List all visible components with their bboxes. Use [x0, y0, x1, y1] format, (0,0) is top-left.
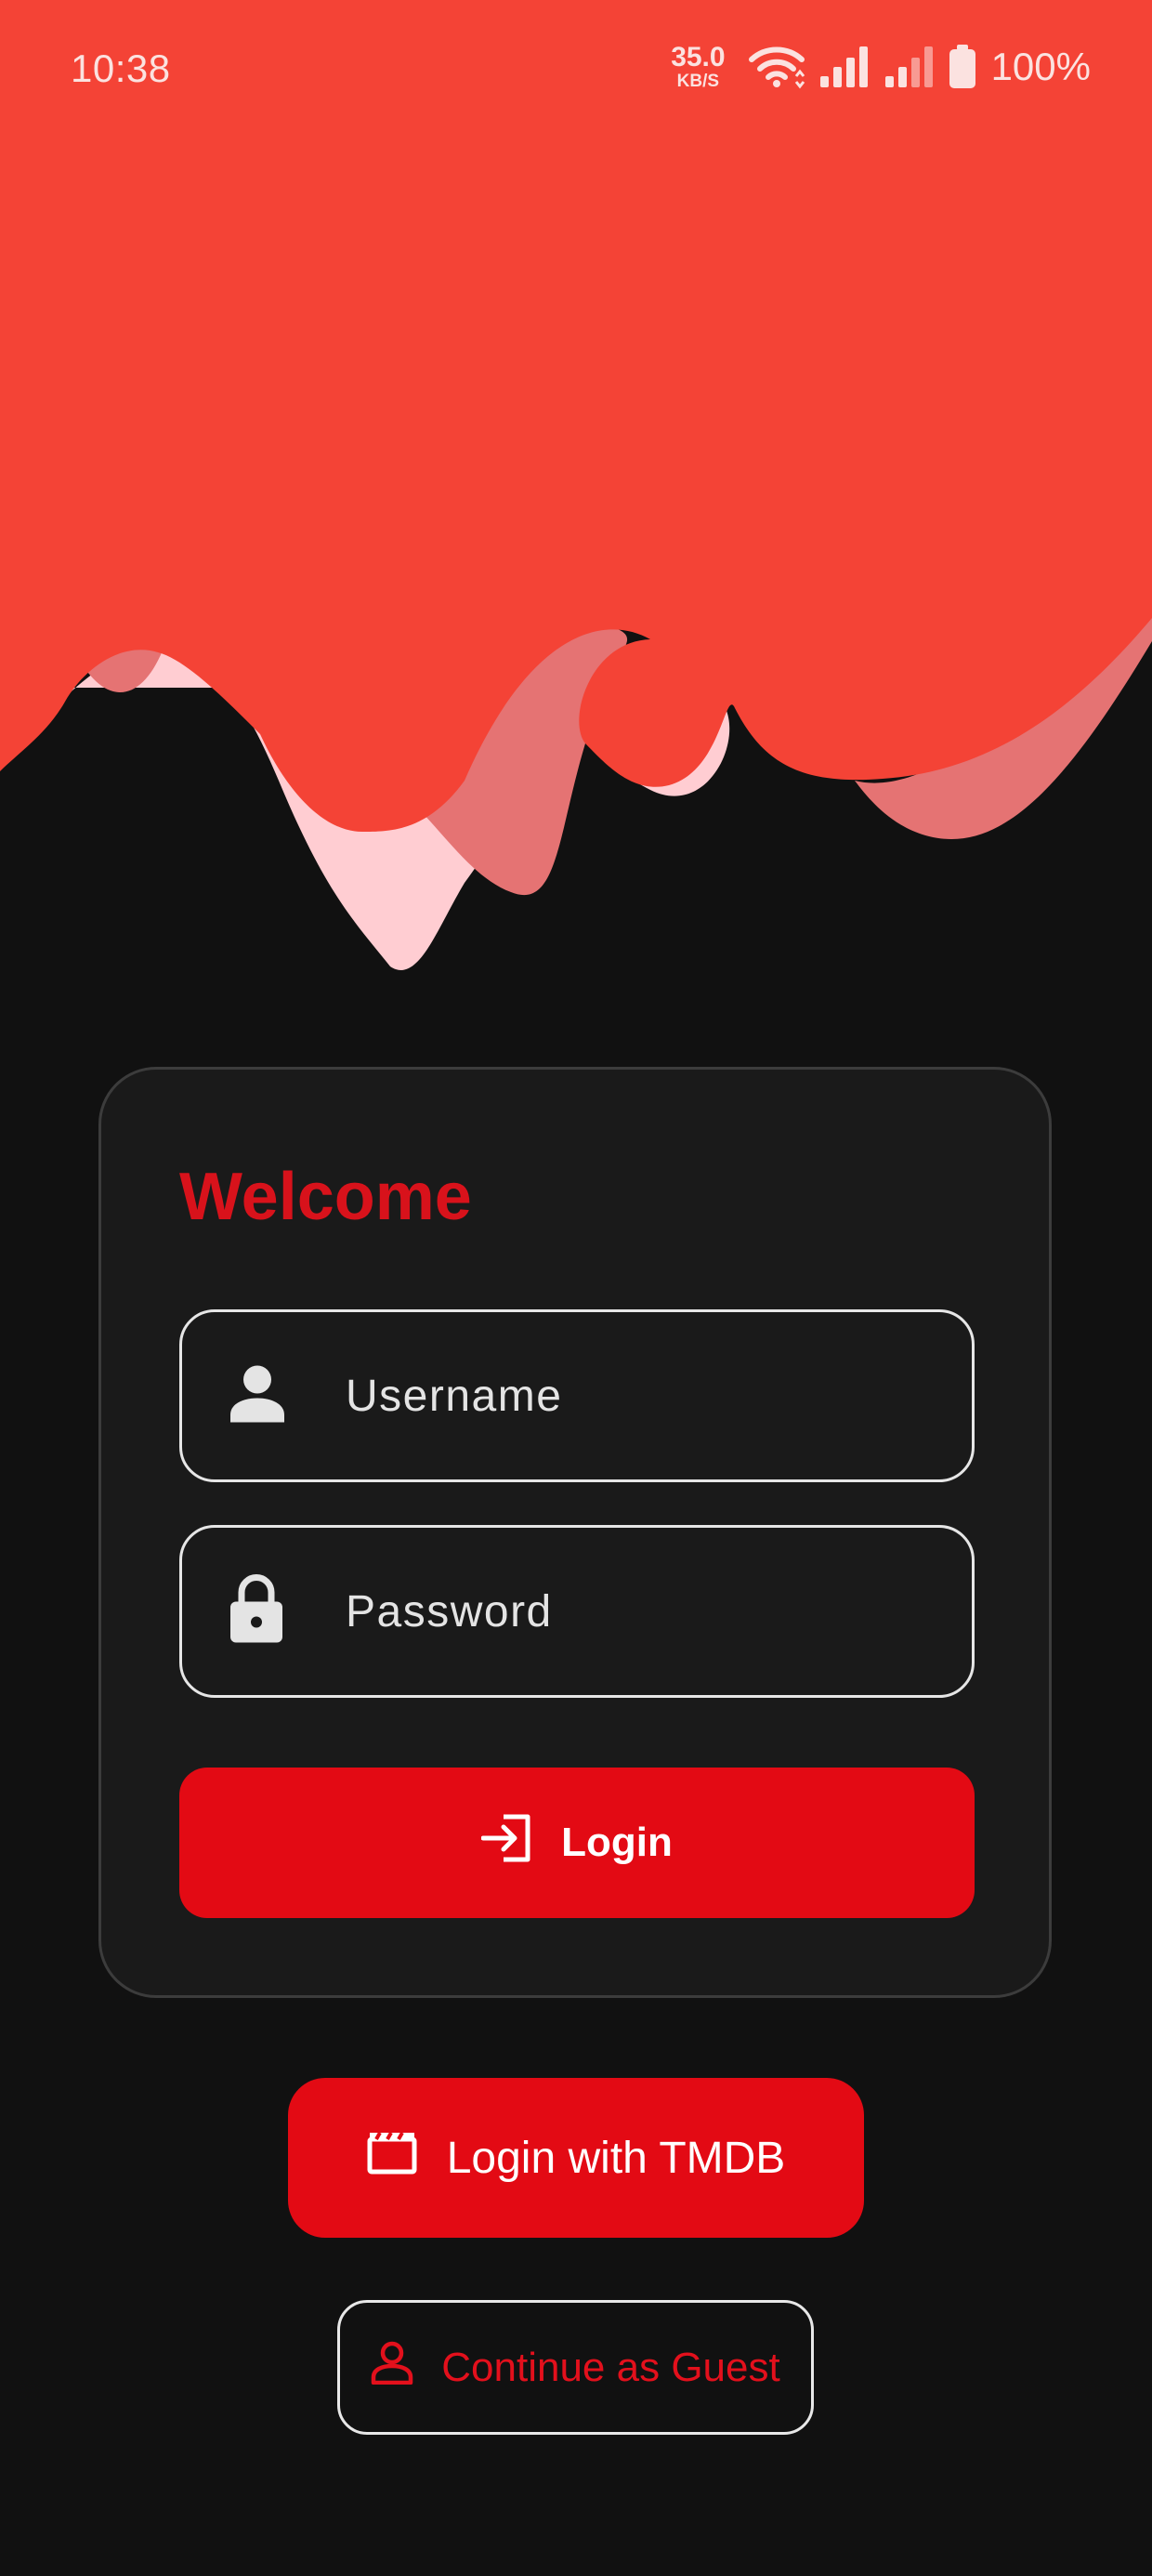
login-icon [480, 1814, 533, 1873]
status-time: 10:38 [71, 46, 171, 90]
status-icons: 35.0 KB/S 100% [671, 41, 1091, 93]
battery-percent: 100% [990, 45, 1091, 88]
password-input[interactable] [346, 1528, 944, 1695]
continue-as-guest-label: Continue as Guest [441, 2344, 780, 2390]
person-icon [229, 1363, 286, 1429]
continue-as-guest-button[interactable]: Continue as Guest [337, 2300, 814, 2435]
username-input[interactable] [346, 1312, 944, 1479]
password-field[interactable] [179, 1525, 975, 1698]
header-wave-graphic [0, 0, 1152, 970]
clapperboard-icon [367, 2130, 417, 2186]
network-speed-value: 35.0 [671, 42, 726, 72]
lock-icon [229, 1574, 284, 1649]
signal-icon [884, 46, 933, 87]
status-bar: 10:38 35.0 KB/S 100% [0, 0, 1152, 139]
username-field[interactable] [179, 1309, 975, 1482]
wifi-icon [748, 46, 805, 89]
login-card: Welcome Login [98, 1067, 1052, 1998]
login-button[interactable]: Login [179, 1768, 975, 1918]
network-speed: 35.0 KB/S [671, 42, 726, 91]
signal-icon [819, 46, 868, 87]
login-with-tmdb-button[interactable]: Login with TMDB [288, 2078, 864, 2238]
person-outline-icon [371, 2340, 413, 2395]
network-speed-unit: KB/S [676, 72, 720, 91]
welcome-title: Welcome [179, 1160, 472, 1234]
login-button-label: Login [561, 1820, 673, 1865]
battery-icon [949, 45, 975, 88]
login-with-tmdb-label: Login with TMDB [446, 2133, 786, 2183]
